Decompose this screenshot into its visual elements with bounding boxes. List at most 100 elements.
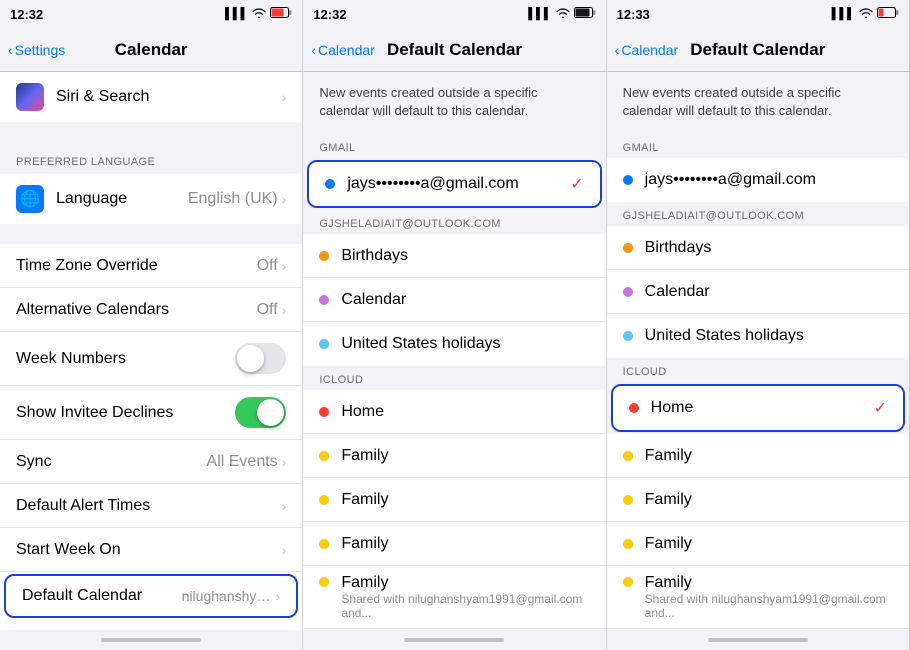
family-cell-2d: Family Shared with nilughanshyam1991@gma… (645, 574, 893, 620)
globe-icon-bg: 🌐 (16, 185, 44, 213)
wifi-icon-2 (556, 8, 570, 21)
globe-icon: 🌐 (20, 189, 40, 209)
family-row-1d[interactable]: Family Shared with nilughanshyam1991@gma… (303, 566, 605, 629)
family-cell-1d: Family Shared with nilughanshyam1991@gma… (341, 574, 589, 620)
week-numbers-row[interactable]: Week Numbers (0, 332, 302, 386)
battery-icon-2 (574, 7, 596, 21)
sync-label: Sync (16, 453, 207, 471)
home-outlined-group: Home ✓ (611, 384, 905, 432)
gmail-label-2: jays••••••••a@gmail.com (645, 171, 893, 189)
siri-icon (16, 83, 44, 111)
icloud-rest-group: Family Family Family Family Shared with … (607, 434, 909, 630)
show-invitee-row[interactable]: Show Invitee Declines (0, 386, 302, 440)
alt-calendars-label: Alternative Calendars (16, 301, 257, 319)
nav-title-3: Default Calendar (690, 40, 825, 60)
back-button-2[interactable]: ‹ Calendar (311, 42, 375, 58)
family-label-1b: Family (341, 491, 589, 509)
home-dot-1 (319, 407, 329, 417)
language-section-header: PREFERRED LANGUAGE (0, 142, 302, 174)
nav-bar-1: ‹ Settings Calendar (0, 28, 302, 72)
back-label-1: Settings (15, 42, 66, 58)
home-indicator-2 (404, 638, 504, 642)
language-row[interactable]: 🌐 Language English (UK) › (0, 174, 302, 224)
family-label-1d: Family (341, 574, 589, 592)
timezone-value: Off (257, 257, 278, 275)
back-button-3[interactable]: ‹ Calendar (615, 42, 679, 58)
sync-chevron: › (282, 454, 287, 470)
family-row-2b[interactable]: Family (607, 478, 909, 522)
home-dot-2 (629, 403, 639, 413)
sync-value: All Events (207, 453, 278, 471)
home-row-1[interactable]: Home (303, 390, 605, 434)
week-numbers-toggle[interactable] (235, 343, 286, 374)
start-week-chevron: › (282, 542, 287, 558)
toggle-thumb-2 (257, 399, 284, 426)
siri-label: Siri & Search (56, 88, 282, 106)
home-bar-1 (0, 630, 302, 650)
battery-icon-3 (877, 7, 899, 21)
default-calendar-label: Default Calendar (22, 587, 182, 605)
family-row-2d[interactable]: Family Shared with nilughanshyam1991@gma… (607, 566, 909, 629)
siri-search-row[interactable]: Siri & Search › (0, 72, 302, 122)
family-label-1c: Family (341, 535, 589, 553)
back-label-2: Calendar (318, 42, 375, 58)
show-invitee-toggle[interactable] (235, 397, 286, 428)
gmail-group-2: jays••••••••a@gmail.com (607, 158, 909, 202)
siri-chevron: › (282, 89, 287, 105)
default-alert-row[interactable]: Default Alert Times › (0, 484, 302, 528)
alt-calendars-value: Off (257, 301, 278, 319)
birthdays-row-1[interactable]: Birthdays (303, 234, 605, 278)
family-dot-1b (319, 495, 329, 505)
icloud-header-2: ICLOUD (607, 358, 909, 382)
language-value: English (UK) (188, 190, 278, 208)
us-holidays-label-2: United States holidays (645, 327, 893, 345)
outlook-header-1: GJSHELADIAIT@OUTLOOK.COM (303, 210, 605, 234)
family-dot-1d (319, 577, 329, 587)
us-holidays-row-1[interactable]: United States holidays (303, 322, 605, 366)
status-bar-1: 12:32 ▌▌▌ (0, 0, 302, 28)
family-label-2d: Family (645, 574, 893, 592)
alt-calendars-row[interactable]: Alternative Calendars Off › (0, 288, 302, 332)
show-invitee-label: Show Invitee Declines (16, 404, 235, 422)
time-3: 12:33 (617, 7, 650, 22)
family-label-2b: Family (645, 491, 893, 509)
family-label-2c: Family (645, 535, 893, 553)
icloud-header-1: ICLOUD (303, 366, 605, 390)
start-week-label: Start Week On (16, 541, 282, 559)
family-row-1b[interactable]: Family (303, 478, 605, 522)
status-icons-2: ▌▌▌ (528, 7, 595, 21)
nav-bar-3: ‹ Calendar Default Calendar (607, 28, 909, 72)
family-sublabel-1d: Shared with nilughanshyam1991@gmail.com … (341, 592, 589, 620)
us-holidays-row-2[interactable]: United States holidays (607, 314, 909, 358)
default-calendar-chevron: › (276, 588, 281, 604)
time-1: 12:32 (10, 7, 43, 22)
gmail-row-1[interactable]: jays••••••••a@gmail.com ✓ (309, 162, 599, 206)
family-sublabel-2d: Shared with nilughanshyam1991@gmail.com … (645, 592, 893, 620)
us-holidays-label-1: United States holidays (341, 335, 589, 353)
back-button-1[interactable]: ‹ Settings (8, 42, 65, 58)
home-bar-3 (607, 630, 909, 650)
delegate-calendars-row[interactable]: Delegate Calendars › (0, 620, 302, 630)
toggle-thumb (237, 345, 264, 372)
gmail-row-2[interactable]: jays••••••••a@gmail.com (607, 158, 909, 202)
calendar-row-2[interactable]: Calendar (607, 270, 909, 314)
nav-bar-2: ‹ Calendar Default Calendar (303, 28, 605, 72)
family-row-1a[interactable]: Family (303, 434, 605, 478)
outlook-header-2: GJSHELADIAIT@OUTLOOK.COM (607, 202, 909, 226)
birthdays-dot-1 (319, 251, 329, 261)
family-row-2a[interactable]: Family (607, 434, 909, 478)
family-row-1c[interactable]: Family (303, 522, 605, 566)
family-row-2c[interactable]: Family (607, 522, 909, 566)
birthdays-row-2[interactable]: Birthdays (607, 226, 909, 270)
family-dot-2a (623, 451, 633, 461)
default-calendar-row[interactable]: Default Calendar nilughanshyam1991@g... … (4, 574, 298, 618)
sync-row[interactable]: Sync All Events › (0, 440, 302, 484)
home-bar-2 (303, 630, 605, 650)
timezone-row[interactable]: Time Zone Override Off › (0, 244, 302, 288)
start-week-row[interactable]: Start Week On › (0, 528, 302, 572)
calendar-row-1[interactable]: Calendar (303, 278, 605, 322)
signal-icon-2: ▌▌▌ (528, 8, 551, 20)
panel-default-calendar-2: 12:33 ▌▌▌ ‹ Calendar (607, 0, 910, 650)
gmail-group-1: jays••••••••a@gmail.com ✓ (307, 160, 601, 208)
home-row-2[interactable]: Home ✓ (613, 386, 903, 430)
